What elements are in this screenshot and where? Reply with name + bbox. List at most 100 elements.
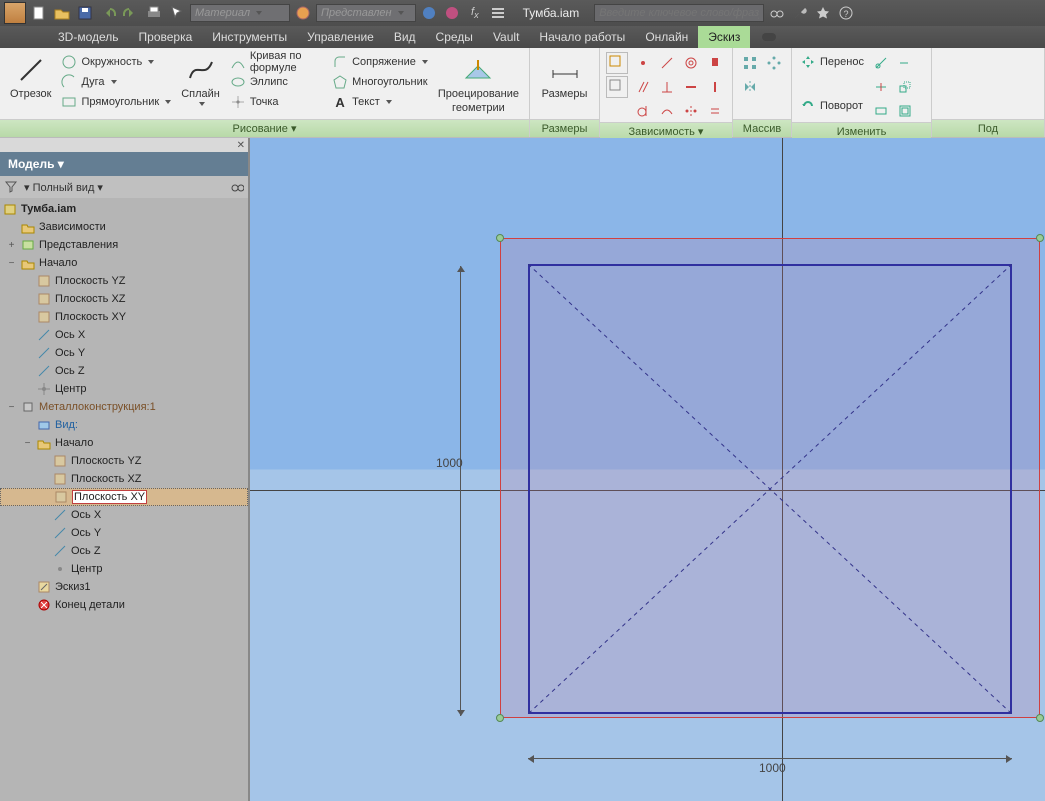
binoculars-icon[interactable] xyxy=(767,3,787,23)
rotate-button[interactable]: Поворот xyxy=(798,96,866,116)
point-button[interactable]: Точка xyxy=(228,92,326,112)
help-icon[interactable]: ? xyxy=(836,3,856,23)
offset-icon[interactable] xyxy=(894,100,916,122)
polygon-button[interactable]: Многоугольник xyxy=(330,72,430,92)
tree-sketch[interactable]: Эскиз1 xyxy=(0,578,248,596)
tree-plane-xy-2[interactable]: Плоскость XY xyxy=(0,488,248,506)
menu-tools[interactable]: Инструменты xyxy=(202,26,297,48)
extend-icon[interactable] xyxy=(894,52,916,74)
panel-draw-label[interactable]: Рисование ▾ xyxy=(0,119,529,137)
split-icon[interactable] xyxy=(870,76,892,98)
menu-3dmodel[interactable]: 3D-модель xyxy=(48,26,129,48)
parallel-icon[interactable] xyxy=(632,76,654,98)
menu-finish-icon[interactable] xyxy=(750,26,790,48)
tree-plane-yz[interactable]: Плоскость YZ xyxy=(0,272,248,290)
menu-online[interactable]: Онлайн xyxy=(635,26,698,48)
qat-redo-icon[interactable] xyxy=(121,3,141,23)
qat-select-icon[interactable] xyxy=(167,3,187,23)
sketch-rectangle[interactable] xyxy=(528,264,1012,714)
app-icon[interactable] xyxy=(4,2,26,24)
coincident-icon[interactable] xyxy=(632,52,654,74)
constraint-auto-icon[interactable] xyxy=(606,76,628,98)
menu-start[interactable]: Начало работы xyxy=(529,26,635,48)
tree-axis-x-2[interactable]: Ось X xyxy=(0,506,248,524)
tree-origin2[interactable]: −Начало xyxy=(0,434,248,452)
tree-axis-y-2[interactable]: Ось Y xyxy=(0,524,248,542)
tree-origin[interactable]: −Начало xyxy=(0,254,248,272)
corner-handle[interactable] xyxy=(1036,714,1044,722)
wrench-icon[interactable] xyxy=(790,3,810,23)
qat-print-icon[interactable] xyxy=(144,3,164,23)
line-button[interactable]: Отрезок xyxy=(6,52,55,102)
dimension-button[interactable]: Размеры xyxy=(538,52,592,102)
menu-sketch[interactable]: Эскиз xyxy=(698,26,750,48)
qat-open-icon[interactable] xyxy=(52,3,72,23)
corner-handle[interactable] xyxy=(496,714,504,722)
equal-icon[interactable] xyxy=(704,100,726,122)
formula-curve-button[interactable]: Кривая по формуле xyxy=(228,52,326,72)
tree-view[interactable]: Вид: xyxy=(0,416,248,434)
fx-icon[interactable]: fx xyxy=(471,6,479,20)
qat-undo-icon[interactable] xyxy=(98,3,118,23)
menu-check[interactable]: Проверка xyxy=(129,26,203,48)
tree-center[interactable]: Центр xyxy=(0,380,248,398)
arc-button[interactable]: Дуга xyxy=(59,72,173,92)
fillet-button[interactable]: Сопряжение xyxy=(330,52,430,72)
menu-vault[interactable]: Vault xyxy=(483,26,529,48)
tree-axis-x[interactable]: Ось X xyxy=(0,326,248,344)
browser-header[interactable]: Модель ▾ xyxy=(0,152,248,176)
circ-pattern-icon[interactable] xyxy=(763,52,785,74)
tree-axis-z[interactable]: Ось Z xyxy=(0,362,248,380)
tangent-icon[interactable] xyxy=(632,100,654,122)
tree-axis-y[interactable]: Ось Y xyxy=(0,344,248,362)
symmetric-icon[interactable] xyxy=(680,100,702,122)
menu-view[interactable]: Вид xyxy=(384,26,426,48)
menu-env[interactable]: Среды xyxy=(426,26,483,48)
tree-metallo[interactable]: −Металлоконструкция:1 xyxy=(0,398,248,416)
rect-pattern-icon[interactable] xyxy=(739,52,761,74)
move-button[interactable]: Перенос xyxy=(798,52,866,72)
constraint-show-icon[interactable] xyxy=(606,52,628,74)
fix-icon[interactable] xyxy=(704,52,726,74)
color2-icon[interactable] xyxy=(442,3,462,23)
find-icon[interactable] xyxy=(230,179,244,196)
tree-plane-xz-2[interactable]: Плоскость XZ xyxy=(0,470,248,488)
qat-save-icon[interactable] xyxy=(75,3,95,23)
close-icon[interactable]: ✕ xyxy=(237,140,245,151)
scale-icon[interactable] xyxy=(894,76,916,98)
tree-plane-xy[interactable]: Плоскость XY xyxy=(0,308,248,326)
trim-icon[interactable] xyxy=(870,52,892,74)
collinear-icon[interactable] xyxy=(656,52,678,74)
corner-handle[interactable] xyxy=(1036,234,1044,242)
stretch-icon[interactable] xyxy=(870,100,892,122)
tree-plane-xz[interactable]: Плоскость XZ xyxy=(0,290,248,308)
text-button[interactable]: AТекст xyxy=(330,92,430,112)
tree-representations[interactable]: +Представления xyxy=(0,236,248,254)
rect-button[interactable]: Прямоугольник xyxy=(59,92,173,112)
circle-button[interactable]: Окружность xyxy=(59,52,173,72)
horizontal-icon[interactable] xyxy=(680,76,702,98)
view-combo[interactable]: Представлен xyxy=(316,4,416,22)
spline-button[interactable]: Сплайн xyxy=(177,52,224,108)
concentric-icon[interactable] xyxy=(680,52,702,74)
mirror-icon[interactable] xyxy=(739,76,761,98)
dim-width-value[interactable]: 1000 xyxy=(759,761,786,775)
project-geom-button[interactable]: Проецирование геометрии xyxy=(434,52,523,116)
menu-manage[interactable]: Управление xyxy=(297,26,384,48)
color-icon[interactable] xyxy=(419,3,439,23)
smooth-icon[interactable] xyxy=(656,100,678,122)
full-view-button[interactable]: ▾ Полный вид ▾ xyxy=(24,181,103,194)
tree-plane-yz-2[interactable]: Плоскость YZ xyxy=(0,452,248,470)
perpendicular-icon[interactable] xyxy=(656,76,678,98)
star-icon[interactable] xyxy=(813,3,833,23)
tree-root[interactable]: Тумба.iam xyxy=(0,200,248,218)
sketch-canvas[interactable]: 1000 1000 xyxy=(250,138,1045,801)
search-input[interactable] xyxy=(594,4,764,22)
corner-handle[interactable] xyxy=(496,234,504,242)
tree-deps[interactable]: Зависимости xyxy=(0,218,248,236)
options-icon[interactable] xyxy=(488,3,508,23)
qat-new-icon[interactable] xyxy=(29,3,49,23)
dim-height-value[interactable]: 1000 xyxy=(436,456,463,470)
tree-center-2[interactable]: Центр xyxy=(0,560,248,578)
appearance-icon[interactable] xyxy=(293,3,313,23)
